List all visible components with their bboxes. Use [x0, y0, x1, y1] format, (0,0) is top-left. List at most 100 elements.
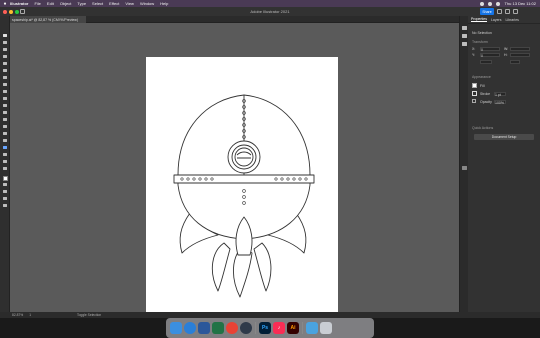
opacity-icon [472, 99, 476, 103]
h-field[interactable] [510, 53, 530, 57]
transform-header: Transform [472, 40, 488, 44]
rotate-field[interactable] [480, 60, 492, 64]
word-icon[interactable] [198, 322, 210, 334]
artboard-tool-icon[interactable] [3, 153, 7, 156]
tab-layers[interactable]: Layers [491, 18, 502, 22]
menu-select[interactable]: Select [92, 1, 103, 6]
downloads-icon[interactable] [306, 322, 318, 334]
scale-tool-icon[interactable] [3, 118, 7, 121]
finder-icon[interactable] [170, 322, 182, 334]
fill-swatch-icon[interactable] [3, 176, 8, 181]
document-setup-button[interactable]: Document Setup [474, 134, 534, 140]
fill-label: Fill [480, 84, 485, 88]
illustrator-icon[interactable]: Ai [287, 322, 299, 334]
free-transform-tool-icon[interactable] [3, 132, 7, 135]
stroke-weight-value: 1 pt [495, 93, 501, 97]
swap-fill-stroke-icon[interactable] [3, 183, 7, 186]
panel-icon-1[interactable] [462, 26, 467, 30]
y-field[interactable]: 0 [480, 53, 500, 58]
menu-help[interactable]: Help [160, 1, 168, 6]
w-field[interactable] [510, 47, 530, 51]
opacity-field[interactable]: 100% [494, 100, 506, 105]
selection-tool-icon[interactable] [3, 34, 7, 37]
width-tool-icon[interactable] [3, 125, 7, 128]
fill-swatch[interactable] [472, 83, 477, 88]
photoshop-icon[interactable]: Ps [259, 322, 271, 334]
app-titlebar: Adobe Illustrator 2021 Share [0, 7, 540, 16]
zoom-level[interactable]: 82.87% [12, 313, 23, 317]
arrange-documents-icon[interactable] [497, 9, 502, 14]
rocket-drawing [173, 94, 315, 298]
excel-icon[interactable] [212, 322, 224, 334]
panel-icon-2[interactable] [462, 34, 467, 38]
direct-selection-tool-icon[interactable] [3, 41, 7, 44]
menu-window[interactable]: Window [140, 1, 154, 6]
pencil-tool-icon[interactable] [3, 97, 7, 100]
paintbrush-tool-icon[interactable] [3, 83, 7, 86]
shape-builder-tool-icon[interactable] [3, 139, 7, 142]
pen-tool-icon[interactable] [3, 48, 7, 51]
hand-tool-icon[interactable] [3, 160, 7, 163]
mail-icon[interactable] [240, 322, 252, 334]
appearance-header: Appearance [472, 75, 491, 79]
menu-file[interactable]: File [34, 1, 40, 6]
rotate-tool-icon[interactable] [3, 111, 7, 114]
w-label: W: [504, 47, 509, 51]
line-tool-icon[interactable] [3, 69, 7, 72]
stroke-swatch[interactable] [472, 91, 477, 96]
opacity-label: Opacity [480, 100, 492, 104]
chrome-icon[interactable] [226, 322, 238, 334]
menu-view[interactable]: View [125, 1, 134, 6]
artboard[interactable] [146, 57, 338, 328]
y-value: 0 [481, 54, 483, 58]
reference-point-field[interactable] [510, 60, 520, 64]
drawing-modes-icon[interactable] [3, 190, 7, 193]
music-icon[interactable]: ♪ [273, 322, 285, 334]
battery-icon[interactable] [488, 1, 493, 6]
artboard-navigator[interactable]: 1 [29, 313, 31, 317]
document-tabbar: spaceship.ai* @ 82,87 % (CMYK/Preview) [10, 16, 459, 23]
canvas-area[interactable] [10, 23, 459, 328]
x-label: X: [472, 47, 476, 51]
tools-panel [0, 16, 10, 312]
opacity-value: 100% [495, 101, 504, 105]
y-label: Y: [472, 53, 476, 57]
status-tool-label[interactable]: Toggle Selection [77, 313, 101, 317]
x-value: 0 [481, 48, 483, 52]
stroke-label: Stroke [480, 92, 491, 96]
apple-icon[interactable]: ● [0, 1, 10, 7]
dock-separator [255, 322, 256, 334]
trash-icon[interactable] [320, 322, 332, 334]
tab-properties[interactable]: Properties [471, 17, 487, 22]
wifi-icon[interactable] [480, 1, 485, 6]
shaper-tool-icon[interactable] [3, 90, 7, 93]
zoom-tool-icon[interactable] [3, 167, 7, 170]
x-field[interactable]: 0 [480, 47, 500, 52]
screen-mode-icon[interactable] [3, 197, 7, 200]
stroke-weight-field[interactable]: 1 pt [494, 92, 506, 97]
menu-type[interactable]: Type [77, 1, 86, 6]
search-icon[interactable] [496, 1, 501, 6]
share-button[interactable]: Share [480, 8, 494, 15]
safari-icon[interactable] [184, 322, 196, 334]
eyedropper-tool-icon[interactable] [3, 146, 7, 149]
tab-libraries[interactable]: Libraries [505, 18, 518, 22]
eraser-tool-icon[interactable] [3, 104, 7, 107]
menu-object[interactable]: Object [60, 1, 72, 6]
rectangle-tool-icon[interactable] [3, 76, 7, 79]
properties-tabs: Properties Layers Libraries [468, 16, 540, 24]
menubar-clock[interactable]: Thu 13 Dec 11:02 [504, 1, 536, 6]
type-tool-icon[interactable] [3, 62, 7, 65]
panel-icon-3[interactable] [462, 42, 467, 46]
document-tab[interactable]: spaceship.ai* @ 82,87 % (CMYK/Preview) [10, 16, 86, 23]
menu-effect[interactable]: Effect [109, 1, 119, 6]
edit-toolbar-icon[interactable] [3, 204, 7, 207]
menu-edit[interactable]: Edit [47, 1, 54, 6]
curvature-tool-icon[interactable] [3, 55, 7, 58]
search-help-icon[interactable] [505, 9, 510, 14]
no-selection-label: No Selection [472, 31, 492, 35]
workspace-switcher-icon[interactable] [513, 9, 518, 14]
panel-collapse-icon[interactable] [462, 166, 467, 170]
menu-illustrator[interactable]: Illustrator [10, 1, 28, 6]
mac-menubar: ● Illustrator File Edit Object Type Sele… [0, 0, 540, 7]
